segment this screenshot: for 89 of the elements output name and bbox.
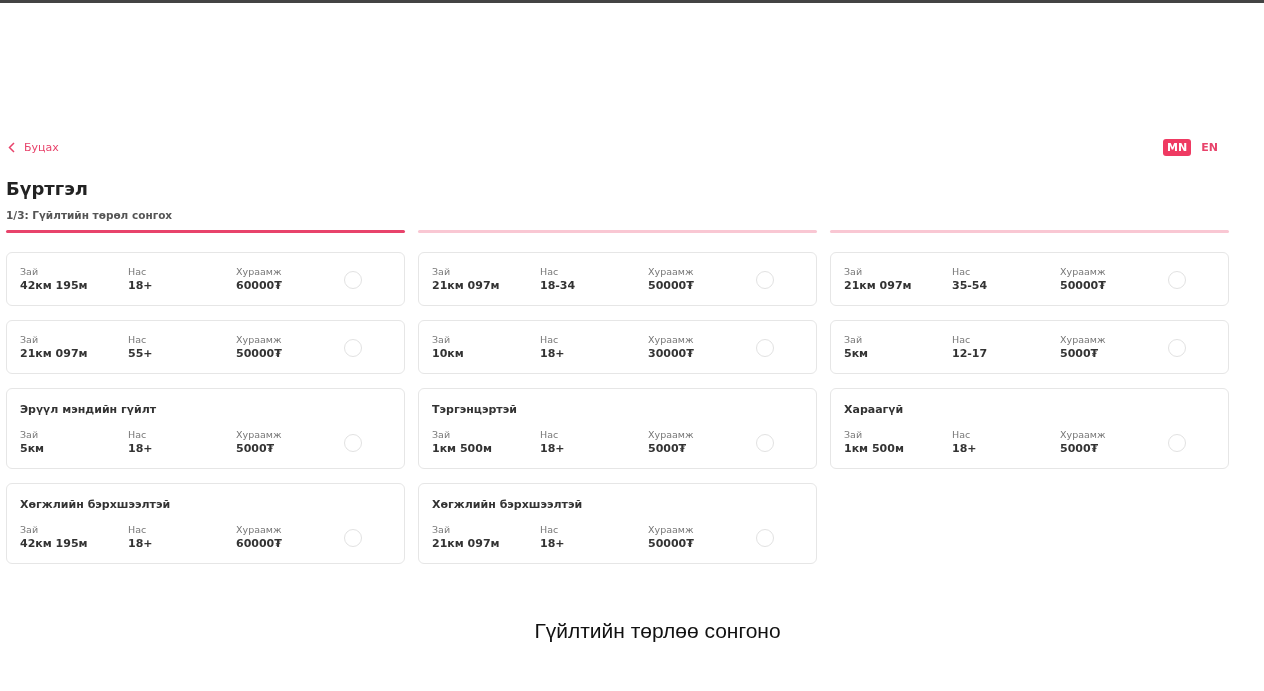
field-value: 21км 097м — [432, 536, 501, 552]
race-category-title: Тэргэнцэртэй — [432, 403, 518, 416]
race-category-title: Хараагүй — [844, 403, 905, 416]
field-value: 42км 195м — [20, 278, 89, 294]
field-label: Нас — [952, 428, 972, 441]
field-label: Нас — [128, 265, 148, 278]
caption: Гүйлтийн төрлөө сонгоно — [533, 619, 782, 643]
field-value: 18+ — [540, 536, 566, 552]
field-value: 50000₮ — [648, 536, 695, 552]
field-value: 5000₮ — [236, 441, 276, 457]
field-label: Хураамж — [236, 265, 283, 278]
race-option-card[interactable]: Тэргэнцэртэй Зай 1км 500м Нас 18+ Хураамж 5000₮ — [418, 388, 817, 469]
field-label: Нас — [540, 265, 560, 278]
field-value: 42км 195м — [20, 536, 89, 552]
language-tab[interactable]: EN — [1197, 138, 1222, 156]
field-value: 35-54 — [952, 278, 989, 294]
field-value: 21км 097м — [844, 278, 913, 294]
field-value: 18-34 — [540, 278, 577, 294]
step-label: 1/3: Гүйлтийн төрөл сонгох — [6, 209, 173, 221]
field-label: Зай — [432, 333, 452, 346]
field-value: 10км — [432, 346, 465, 362]
field-value: 5000₮ — [648, 441, 688, 457]
field-label: Хураамж — [1060, 265, 1107, 278]
field-value: 1км 500м — [432, 441, 493, 457]
field-value: 50000₮ — [236, 346, 283, 362]
field-label: Хураамж — [648, 523, 695, 536]
race-option-card[interactable]: Эрүүл мэндийн гүйлт Зай 5км Нас 18+ Хураамж 5000₮ — [6, 388, 405, 469]
race-option-card[interactable]: Зай 21км 097м Нас 55+ Хураамж 50000₮ — [6, 320, 405, 374]
field-value: 55+ — [128, 346, 154, 362]
field-label: Хураамж — [1060, 333, 1107, 346]
race-option-card[interactable]: Зай 42км 195м Нас 18+ Хураамж 60000₮ — [6, 252, 405, 306]
field-label: Хураамж — [236, 428, 283, 441]
field-value: 18+ — [128, 536, 154, 552]
page-title: Бүртгэл — [6, 178, 90, 200]
field-label: Зай — [432, 428, 452, 441]
field-value: 50000₮ — [1060, 278, 1107, 294]
field-value: 12-17 — [952, 346, 989, 362]
field-label: Зай — [20, 523, 40, 536]
field-label: Зай — [432, 265, 452, 278]
field-value: 30000₮ — [648, 346, 695, 362]
race-option-card[interactable]: Зай 10км Нас 18+ Хураамж 30000₮ — [418, 320, 817, 374]
field-value: 5000₮ — [1060, 441, 1100, 457]
field-value: 18+ — [540, 346, 566, 362]
field-label: Зай — [844, 428, 864, 441]
field-label: Зай — [432, 523, 452, 536]
field-value: 18+ — [952, 441, 978, 457]
field-label: Зай — [20, 428, 40, 441]
field-label: Нас — [128, 333, 148, 346]
race-option-card[interactable]: Зай 21км 097м Нас 35-54 Хураамж 50000₮ — [830, 252, 1229, 306]
chevron-left-icon — [8, 141, 15, 153]
field-label: Нас — [540, 428, 560, 441]
field-value: 18+ — [128, 278, 154, 294]
field-value: 60000₮ — [236, 278, 283, 294]
field-label: Нас — [540, 523, 560, 536]
field-label: Зай — [20, 333, 40, 346]
field-value: 1км 500м — [844, 441, 905, 457]
race-category-title: Хөгжлийн бэрхшээлтэй — [432, 498, 584, 511]
race-option-card[interactable]: Хөгжлийн бэрхшээлтэй Зай 21км 097м Нас 18+ Хураамж 50000₮ — [418, 483, 817, 564]
field-value: 21км 097м — [432, 278, 501, 294]
field-label: Зай — [844, 265, 864, 278]
field-value: 18+ — [128, 441, 154, 457]
field-value: 18+ — [540, 441, 566, 457]
field-label: Хураамж — [236, 333, 283, 346]
field-label: Нас — [128, 523, 148, 536]
field-value: 50000₮ — [648, 278, 695, 294]
field-value: 21км 097м — [20, 346, 89, 362]
race-category-title: Эрүүл мэндийн гүйлт — [20, 403, 158, 416]
field-label: Зай — [844, 333, 864, 346]
field-label: Хураамж — [648, 265, 695, 278]
field-label: Хураамж — [236, 523, 283, 536]
race-option-card[interactable]: Хөгжлийн бэрхшээлтэй Зай 42км 195м Нас 18+ Хураамж 60000₮ — [6, 483, 405, 564]
field-label: Нас — [540, 333, 560, 346]
field-label: Хураамж — [648, 428, 695, 441]
field-label: Зай — [20, 265, 40, 278]
race-option-card[interactable]: Хараагүй Зай 1км 500м Нас 18+ Хураамж 5000₮ — [830, 388, 1229, 469]
field-value: 5км — [20, 441, 46, 457]
field-label: Нас — [952, 265, 972, 278]
field-label: Хураамж — [648, 333, 695, 346]
field-value: 60000₮ — [236, 536, 283, 552]
language-tab[interactable]: MN — [1163, 138, 1192, 156]
field-label: Нас — [128, 428, 148, 441]
back-link[interactable]: Буцах — [6, 140, 59, 154]
field-label: Хураамж — [1060, 428, 1107, 441]
race-option-card[interactable]: Зай 21км 097м Нас 18-34 Хураамж 50000₮ — [418, 252, 817, 306]
field-value: 5км — [844, 346, 870, 362]
field-label: Нас — [952, 333, 972, 346]
race-option-card[interactable]: Зай 5км Нас 12-17 Хураамж 5000₮ — [830, 320, 1229, 374]
field-value: 5000₮ — [1060, 346, 1100, 362]
race-category-title: Хөгжлийн бэрхшээлтэй — [20, 498, 172, 511]
